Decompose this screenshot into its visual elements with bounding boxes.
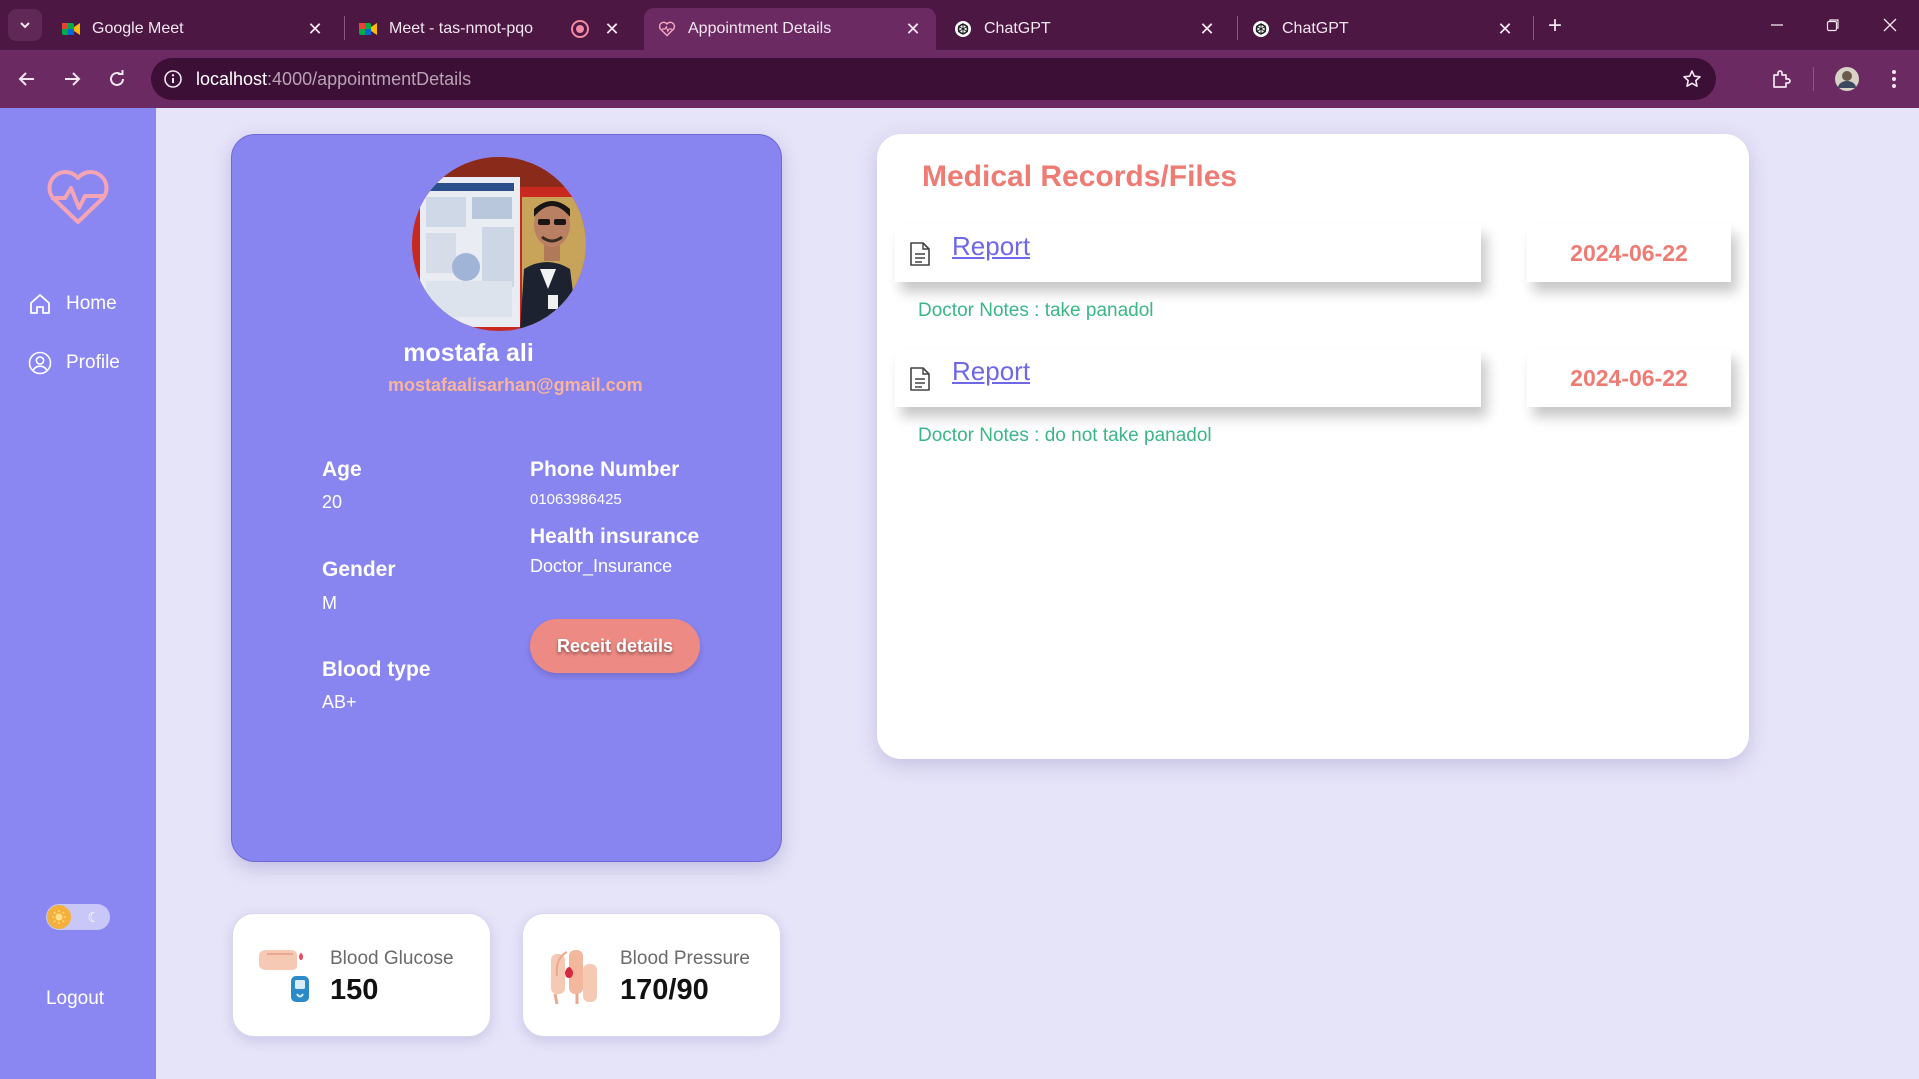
- blood-pressure-icon: [551, 950, 597, 1005]
- doctor-notes: Doctor Notes : take panadol: [918, 300, 1154, 321]
- minimize-icon: [1771, 24, 1783, 26]
- recording-icon: [571, 20, 589, 38]
- forward-button[interactable]: [56, 63, 88, 95]
- vital-label: Blood Glucose: [330, 948, 454, 969]
- chatgpt-icon: [954, 20, 972, 38]
- logout-button[interactable]: Logout: [0, 988, 150, 1010]
- close-tab-icon[interactable]: ✕: [1494, 18, 1516, 40]
- new-tab-button[interactable]: +: [1541, 12, 1569, 40]
- theme-toggle[interactable]: ☾: [46, 904, 110, 930]
- phone-value: 01063986425: [530, 491, 622, 508]
- app-sidebar: Home Profile ☾ Logout: [0, 108, 156, 1079]
- tab-title: Appointment Details: [688, 20, 832, 37]
- toolbar-separator: [1813, 67, 1814, 91]
- back-button[interactable]: [11, 63, 43, 95]
- sidebar-item-profile[interactable]: Profile: [28, 351, 120, 375]
- report-link[interactable]: Report: [952, 231, 1030, 262]
- restore-icon: [1826, 19, 1839, 32]
- puzzle-icon: [1773, 70, 1791, 88]
- doctor-notes: Doctor Notes : do not take panadol: [918, 425, 1212, 446]
- records-title: Medical Records/Files: [922, 160, 1238, 193]
- glucose-meter-icon: [259, 950, 309, 1002]
- blood-glucose-card: Blood Glucose 150: [232, 913, 491, 1037]
- tab-chatgpt-2[interactable]: ChatGPT ✕: [1238, 8, 1528, 50]
- heart-pulse-logo-icon: [47, 170, 109, 224]
- patient-email: mostafaalisarhan@gmail.com: [388, 375, 643, 395]
- url-text: localhost:4000/appointmentDetails: [196, 69, 471, 90]
- tab-title: Meet - tas-nmot-pqo: [389, 20, 534, 37]
- sidebar-item-label: Profile: [66, 352, 120, 373]
- medical-records-panel: Medical Records/Files Report 2024-06-22 …: [877, 134, 1749, 759]
- close-tab-icon[interactable]: ✕: [304, 18, 326, 40]
- bookmark-star-icon[interactable]: [1680, 67, 1704, 91]
- vital-value: 170/90: [620, 974, 709, 1006]
- tab-search-button[interactable]: [8, 9, 42, 41]
- home-icon: [30, 294, 50, 314]
- chatgpt-icon: [1252, 20, 1270, 38]
- sidebar-item-label: Home: [66, 293, 117, 314]
- patient-profile-card: mostafa ali mostafaalisarhan@gmail.com A…: [231, 134, 782, 862]
- restore-button[interactable]: [1815, 10, 1851, 40]
- sun-icon: [47, 905, 71, 929]
- tab-title: ChatGPT: [984, 20, 1051, 37]
- record-row: Report: [895, 224, 1481, 282]
- tab-google-meet[interactable]: Google Meet ✕: [48, 8, 338, 50]
- google-meet-icon: [62, 20, 80, 38]
- receipt-details-button[interactable]: Receit details: [530, 619, 700, 673]
- age-value: 20: [322, 492, 343, 512]
- report-link[interactable]: Report: [952, 356, 1030, 387]
- patient-avatar: [412, 157, 586, 331]
- reload-icon: [110, 70, 124, 86]
- reload-button[interactable]: [101, 63, 133, 95]
- insurance-label: Health insurance: [530, 525, 700, 548]
- age-label: Age: [322, 458, 362, 481]
- insurance-value: Doctor_Insurance: [530, 556, 673, 576]
- tab-appointment-details[interactable]: Appointment Details ✕: [644, 8, 936, 50]
- browser-tab-bar: Google Meet ✕ Meet - tas-nmot-pqo ✕ Appo…: [0, 0, 1919, 50]
- arrow-left-icon: [18, 72, 34, 86]
- sidebar-item-home[interactable]: Home: [28, 292, 117, 316]
- user-icon: [28, 351, 52, 375]
- moon-icon: ☾: [87, 909, 100, 925]
- phone-label: Phone Number: [530, 458, 680, 481]
- close-tab-icon[interactable]: ✕: [902, 18, 924, 40]
- browser-menu-button[interactable]: [1878, 63, 1910, 95]
- tab-separator: [1533, 16, 1534, 40]
- blood-type-label: Blood type: [322, 658, 431, 681]
- vital-label: Blood Pressure: [620, 948, 750, 969]
- document-icon: [910, 367, 930, 391]
- tab-title: ChatGPT: [1282, 20, 1349, 37]
- arrow-right-icon: [65, 72, 81, 86]
- blood-pressure-card: Blood Pressure 170/90: [522, 913, 781, 1037]
- profile-avatar[interactable]: [1831, 63, 1863, 95]
- record-date: 2024-06-22: [1527, 349, 1731, 407]
- record-date: 2024-06-22: [1527, 224, 1731, 282]
- chevron-down-icon: [20, 22, 30, 29]
- close-tab-icon[interactable]: ✕: [601, 18, 623, 40]
- close-window-button[interactable]: [1872, 10, 1908, 40]
- minimize-button[interactable]: [1759, 10, 1795, 40]
- gender-label: Gender: [322, 558, 396, 581]
- url-path: :4000/appointmentDetails: [267, 69, 472, 89]
- browser-toolbar: localhost:4000/appointmentDetails: [0, 50, 1919, 108]
- tab-title: Google Meet: [92, 20, 184, 37]
- close-tab-icon[interactable]: ✕: [1196, 18, 1218, 40]
- vital-value: 150: [330, 974, 379, 1006]
- close-icon: [1883, 18, 1897, 32]
- site-info-icon[interactable]: [161, 67, 185, 91]
- more-vertical-icon: [1892, 70, 1896, 88]
- extensions-button[interactable]: [1765, 63, 1797, 95]
- patient-name: mostafa ali: [403, 339, 534, 367]
- address-bar[interactable]: localhost:4000/appointmentDetails: [151, 58, 1716, 100]
- google-meet-icon: [359, 20, 377, 38]
- document-icon: [910, 242, 930, 266]
- gender-value: M: [322, 593, 337, 613]
- blood-type-value: AB+: [322, 692, 357, 712]
- user-avatar-icon: [1835, 67, 1859, 91]
- url-host: localhost: [196, 69, 268, 89]
- heart-pulse-icon: [658, 20, 676, 38]
- record-row: Report: [895, 349, 1481, 407]
- tab-chatgpt-1[interactable]: ChatGPT ✕: [940, 8, 1230, 50]
- tab-meet-call[interactable]: Meet - tas-nmot-pqo ✕: [345, 8, 635, 50]
